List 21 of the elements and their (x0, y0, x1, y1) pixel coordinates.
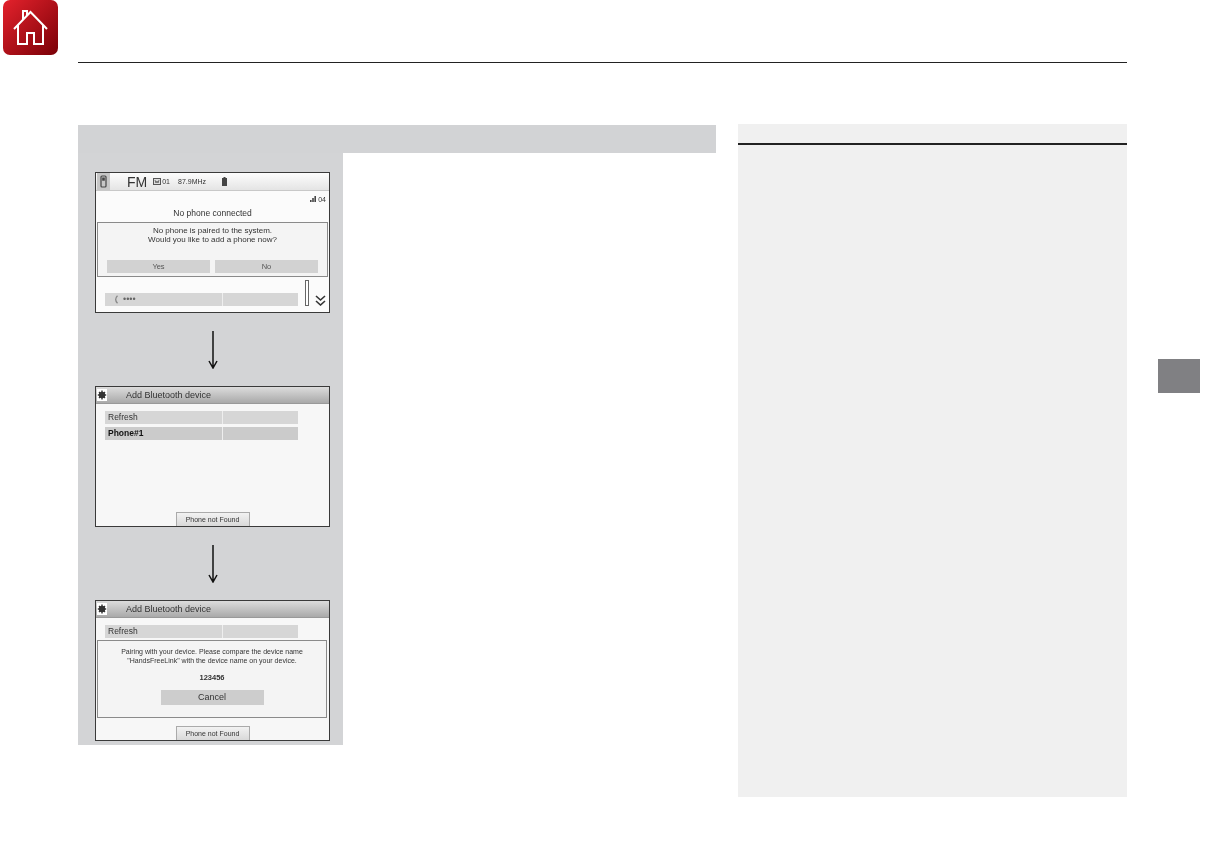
scrollbar (305, 280, 309, 306)
battery-icon (222, 177, 228, 186)
screen-title: Add Bluetooth device (126, 604, 212, 614)
dialog-button[interactable]: Cancel (160, 690, 264, 705)
down-arrow-icon (207, 544, 218, 583)
dialog-text: Would you like to add a phone now? (148, 235, 277, 244)
list-item[interactable]: •••• (105, 293, 298, 306)
chapter-tab-icon (1158, 359, 1200, 393)
screen-title: Add Bluetooth device (126, 390, 212, 400)
tile-icon (153, 178, 162, 185)
list-item[interactable]: Refresh (105, 625, 298, 638)
list-item[interactable]: Phone#1 (105, 427, 298, 440)
handset-icon (113, 295, 118, 304)
home-icon[interactable] (3, 0, 58, 55)
signal-icon (310, 196, 317, 202)
list-item[interactable]: Refresh (105, 411, 298, 424)
dialog-text: No phone is paired to the system. (152, 226, 273, 235)
status-text: No phone connected (172, 208, 253, 218)
down-arrow-icon (207, 330, 218, 369)
source-label: FM (127, 174, 148, 189)
double-chevron-down-icon (315, 295, 326, 306)
